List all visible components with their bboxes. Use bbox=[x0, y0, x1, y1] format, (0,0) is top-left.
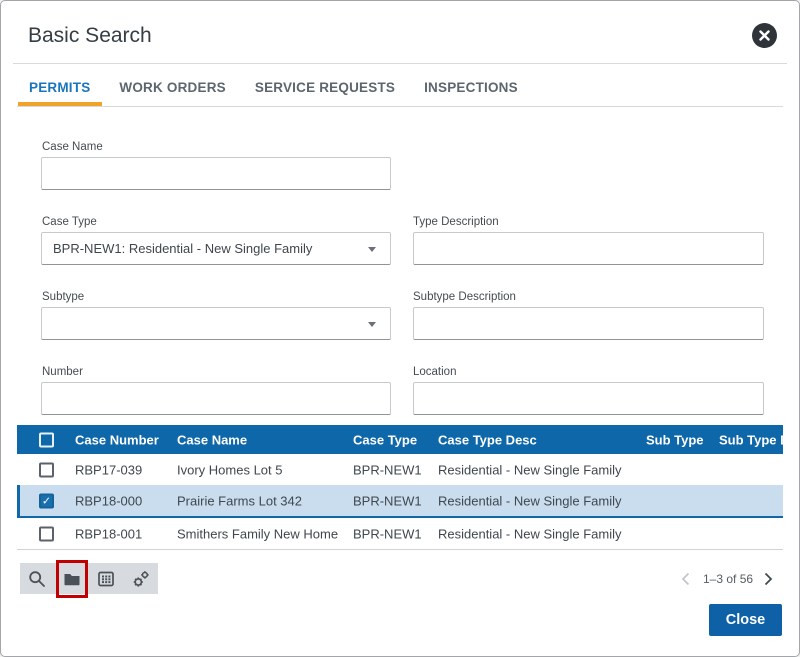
subtype-select[interactable] bbox=[41, 307, 391, 340]
number-input[interactable] bbox=[41, 382, 391, 415]
column-header-case-number: Case Number bbox=[75, 432, 159, 447]
type-description-label: Type Description bbox=[413, 216, 499, 228]
results-table: Case Number Case Name Case Type Case Typ… bbox=[17, 425, 783, 550]
cell-case-type-desc: Residential - New Single Family bbox=[438, 493, 622, 508]
tab-work-orders[interactable]: WORK ORDERS bbox=[119, 80, 225, 95]
cell-case-type: BPR-NEW1 bbox=[353, 493, 422, 508]
column-header-case-type: Case Type bbox=[353, 432, 417, 447]
chevron-down-icon bbox=[368, 247, 376, 252]
results-toolbar bbox=[20, 563, 158, 594]
case-type-label: Case Type bbox=[42, 216, 97, 228]
row-checkbox[interactable] bbox=[39, 493, 54, 508]
subtype-description-label: Subtype Description bbox=[413, 291, 516, 303]
table-header-row: Case Number Case Name Case Type Case Typ… bbox=[17, 425, 783, 454]
cell-case-number: RBP18-000 bbox=[75, 493, 142, 508]
table-row[interactable]: RBP18-000 Prairie Farms Lot 342 BPR-NEW1… bbox=[17, 485, 783, 518]
number-label: Number bbox=[42, 366, 83, 378]
case-type-select[interactable]: BPR-NEW1: Residential - New Single Famil… bbox=[41, 232, 391, 265]
type-description-input[interactable] bbox=[413, 232, 764, 265]
case-type-selected-value: BPR-NEW1: Residential - New Single Famil… bbox=[53, 241, 312, 256]
tab-service-requests[interactable]: SERVICE REQUESTS bbox=[255, 80, 395, 95]
tab-permits[interactable]: PERMITS bbox=[29, 80, 90, 95]
cell-case-number: RBP18-001 bbox=[75, 526, 142, 541]
case-name-input[interactable] bbox=[41, 157, 391, 190]
previous-page-icon[interactable] bbox=[681, 572, 692, 586]
pagination: 1–3 of 56 bbox=[681, 563, 775, 594]
x-glyph bbox=[759, 30, 770, 41]
column-header-sub-type-desc: Sub Type Desc bbox=[719, 432, 783, 447]
select-all-checkbox[interactable] bbox=[39, 432, 54, 447]
chevron-down-icon bbox=[368, 322, 376, 327]
column-header-case-type-desc: Case Type Desc bbox=[438, 432, 537, 447]
column-header-sub-type: Sub Type bbox=[646, 432, 704, 447]
title-divider bbox=[13, 63, 787, 64]
subtype-label: Subtype bbox=[42, 291, 84, 303]
cell-case-number: RBP17-039 bbox=[75, 462, 142, 477]
gears-icon[interactable] bbox=[132, 570, 150, 588]
tab-bar: PERMITS WORK ORDERS SERVICE REQUESTS INS… bbox=[29, 80, 518, 95]
tab-inspections[interactable]: INSPECTIONS bbox=[424, 80, 518, 95]
pagination-label: 1–3 of 56 bbox=[703, 572, 753, 586]
cell-case-name: Ivory Homes Lot 5 bbox=[177, 462, 283, 477]
subtype-description-input[interactable] bbox=[413, 307, 764, 340]
close-icon[interactable] bbox=[752, 23, 777, 48]
close-button[interactable]: Close bbox=[709, 604, 782, 636]
table-row[interactable]: RBP18-001 Smithers Family New Home BPR-N… bbox=[17, 518, 783, 549]
cell-case-name: Smithers Family New Home bbox=[177, 526, 338, 541]
table-grid-icon[interactable] bbox=[97, 570, 115, 588]
cell-case-type: BPR-NEW1 bbox=[353, 526, 422, 541]
basic-search-dialog: Basic Search PERMITS WORK ORDERS SERVICE… bbox=[0, 0, 800, 657]
next-page-icon[interactable] bbox=[764, 572, 775, 586]
location-input[interactable] bbox=[413, 382, 764, 415]
cell-case-type-desc: Residential - New Single Family bbox=[438, 462, 622, 477]
search-icon[interactable] bbox=[28, 570, 46, 588]
tabs-divider bbox=[17, 106, 783, 107]
page-title: Basic Search bbox=[28, 24, 152, 48]
row-checkbox[interactable] bbox=[39, 462, 54, 477]
cell-case-name: Prairie Farms Lot 342 bbox=[177, 493, 302, 508]
row-checkbox[interactable] bbox=[39, 526, 54, 541]
location-label: Location bbox=[413, 366, 456, 378]
case-name-label: Case Name bbox=[42, 141, 103, 153]
column-header-case-name: Case Name bbox=[177, 432, 247, 447]
table-row[interactable]: RBP17-039 Ivory Homes Lot 5 BPR-NEW1 Res… bbox=[17, 454, 783, 485]
cell-case-type-desc: Residential - New Single Family bbox=[438, 526, 622, 541]
cell-case-type: BPR-NEW1 bbox=[353, 462, 422, 477]
selected-row-indicator bbox=[17, 485, 20, 516]
folder-icon[interactable] bbox=[63, 570, 81, 588]
